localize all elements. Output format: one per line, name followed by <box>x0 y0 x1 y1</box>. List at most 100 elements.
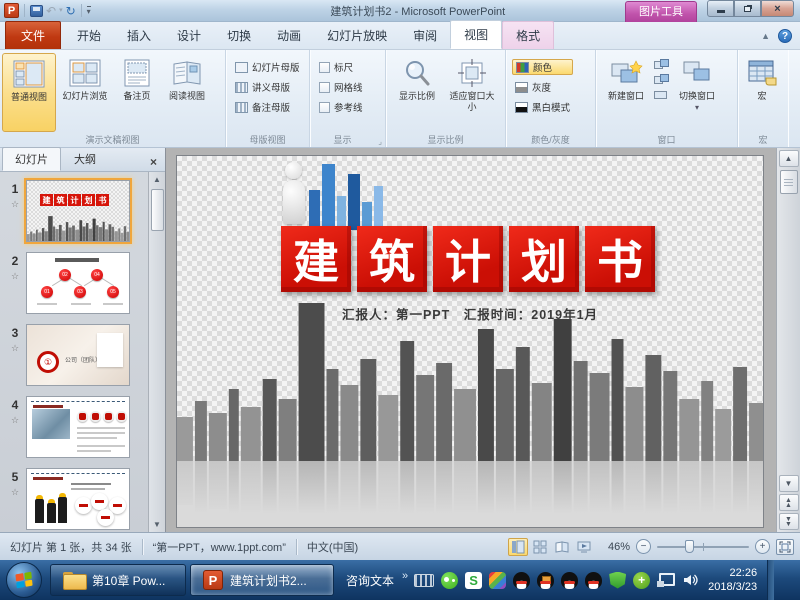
scrollbar-thumb[interactable] <box>151 189 164 231</box>
qq-music-tray-icon[interactable] <box>537 572 554 589</box>
close-button[interactable]: × <box>761 0 794 17</box>
tab-home[interactable]: 开始 <box>64 22 114 49</box>
input-method-tray-icon[interactable] <box>489 572 506 589</box>
slide-sorter-shortcut[interactable] <box>530 538 550 556</box>
next-slide-button[interactable]: ▼▼ <box>779 513 799 530</box>
scroll-down-icon[interactable]: ▼ <box>150 517 165 532</box>
powerpoint-app-icon[interactable]: P <box>4 3 19 18</box>
guides-checkbox[interactable]: 参考线 <box>316 99 366 115</box>
window-title: 建筑计划书2 - Microsoft PowerPoint <box>91 3 625 19</box>
switch-window-button[interactable]: 切换窗口 ▾ <box>669 53 725 132</box>
gridlines-checkbox[interactable]: 网格线 <box>316 79 366 95</box>
scroll-down-icon[interactable]: ▼ <box>779 475 799 492</box>
taskbar: 第10章 Pow... P 建筑计划书2... 咨询文本 » S 22:26 2… <box>0 560 800 600</box>
new-window-button[interactable]: 新建窗口 <box>598 53 654 132</box>
qq-tray-icon[interactable] <box>513 572 530 589</box>
handout-master-button[interactable]: 讲义母版 <box>232 79 303 95</box>
toolbar-chevron-icon[interactable]: » <box>402 570 408 582</box>
reading-view-button[interactable]: 阅读视图 <box>160 53 214 132</box>
slide-thumbnail-2[interactable]: 2 ☆ 02 04 01 03 05 <box>4 252 146 314</box>
slide-thumbnail-4[interactable]: 4 ☆ <box>4 396 146 458</box>
slide-thumbnail-3[interactable]: 3 ☆ ① 公司（团队）介绍 <box>4 324 146 386</box>
checkbox-icon <box>319 62 330 73</box>
previous-slide-button[interactable]: ▲▲ <box>779 494 799 511</box>
tab-animations[interactable]: 动画 <box>264 22 314 49</box>
tab-insert[interactable]: 插入 <box>114 22 164 49</box>
taskbar-item-powerpoint[interactable]: P 建筑计划书2... <box>190 564 334 596</box>
tab-file[interactable]: 文件 <box>5 21 61 49</box>
zoom-out-button[interactable]: − <box>636 539 651 554</box>
zoom-button[interactable]: 显示比例 <box>388 53 446 132</box>
save-icon[interactable] <box>30 5 43 17</box>
slideshow-shortcut[interactable] <box>574 538 594 556</box>
start-button[interactable] <box>6 562 42 598</box>
language-indicator[interactable]: 中文(中国) <box>297 539 368 555</box>
black-white-button[interactable]: 黑白模式 <box>512 99 573 115</box>
network-tray-icon[interactable] <box>657 573 675 587</box>
zoom-slider[interactable] <box>657 546 749 548</box>
qq-tray-icon[interactable] <box>585 572 602 589</box>
fit-to-window-button[interactable]: 适应窗口大小 <box>446 53 498 132</box>
slide-master-button[interactable]: 幻灯片母版 <box>232 59 303 75</box>
redo-icon[interactable]: ↻ <box>66 5 76 17</box>
zoom-percentage[interactable]: 46% <box>600 541 630 553</box>
help-icon[interactable]: ? <box>778 29 792 43</box>
slides-panel-scrollbar[interactable]: ▲ ▼ <box>148 172 165 532</box>
zoom-in-button[interactable]: + <box>755 539 770 554</box>
volume-tray-icon[interactable] <box>682 572 698 588</box>
fit-slide-button[interactable] <box>776 539 794 555</box>
restore-button[interactable] <box>734 0 761 17</box>
sogou-tray-icon[interactable]: S <box>465 572 482 589</box>
color-button[interactable]: 颜色 <box>512 59 573 75</box>
slide-thumbnail-1[interactable]: 1 ☆ 建 筑 计 划 书 <box>4 180 146 242</box>
move-split-icon[interactable] <box>654 89 669 101</box>
arrange-all-icon[interactable] <box>654 59 669 71</box>
cascade-icon[interactable] <box>654 74 669 86</box>
normal-view-shortcut[interactable] <box>508 538 528 556</box>
notes-page-button[interactable]: 备注页 <box>114 53 160 132</box>
scrollbar-thumb[interactable] <box>780 170 798 194</box>
tab-format[interactable]: 格式 <box>502 21 554 49</box>
slide-sorter-icon <box>533 540 547 554</box>
tab-slideshow[interactable]: 幻灯片放映 <box>314 22 400 49</box>
slide-number: 4 <box>12 398 19 412</box>
tab-view[interactable]: 视图 <box>450 20 502 49</box>
tab-slides[interactable]: 幻灯片 <box>2 147 61 171</box>
wechat-tray-icon[interactable] <box>441 572 458 589</box>
reading-view-shortcut[interactable] <box>552 538 572 556</box>
slide-canvas[interactable]: 建 筑 计 划 书 汇报人：第一PPT 汇报时间：2019年1月 <box>176 155 764 528</box>
macros-button[interactable]: 宏 <box>740 53 784 132</box>
keyboard-tray-icon[interactable] <box>414 574 434 587</box>
close-pane-icon[interactable]: × <box>144 153 163 171</box>
show-desktop-button[interactable] <box>767 560 774 600</box>
separator <box>81 4 82 17</box>
collapse-ribbon-icon[interactable]: ▲ <box>761 31 770 41</box>
folder-icon <box>63 572 85 588</box>
main-scrollbar[interactable]: ▲ ▼ ▲▲ ▼▼ <box>776 148 800 532</box>
taskbar-toolbar-label[interactable]: 咨询文本 <box>338 572 402 589</box>
scroll-up-icon[interactable]: ▲ <box>150 172 165 187</box>
zoom-slider-thumb[interactable] <box>685 540 694 553</box>
tab-transitions[interactable]: 切换 <box>214 22 264 49</box>
scroll-up-icon[interactable]: ▲ <box>779 150 799 167</box>
dialog-launcher-icon[interactable]: ⌟ <box>378 137 382 146</box>
security-shield-tray-icon[interactable] <box>609 572 626 589</box>
ruler-checkbox[interactable]: 标尺 <box>316 59 366 75</box>
minimize-button[interactable] <box>707 0 734 17</box>
notes-master-button[interactable]: 备注母版 <box>232 99 303 115</box>
tab-outline[interactable]: 大纲 <box>61 147 109 171</box>
taskbar-clock[interactable]: 22:26 2018/3/23 <box>708 566 757 594</box>
slide-sorter-button[interactable]: 幻灯片浏览 <box>56 53 114 132</box>
grayscale-button[interactable]: 灰度 <box>512 79 573 95</box>
undo-dropdown-icon[interactable]: ▾ <box>59 5 63 17</box>
normal-view-button[interactable]: 普通视图 <box>2 53 56 132</box>
tab-review[interactable]: 审阅 <box>400 22 450 49</box>
qq-tray-icon[interactable] <box>561 572 578 589</box>
slide-thumbnail-5[interactable]: 5 ☆ <box>4 468 146 530</box>
tab-design[interactable]: 设计 <box>164 22 214 49</box>
group-label: 演示文稿视图 <box>0 133 225 146</box>
slide-number: 3 <box>12 326 19 340</box>
antivirus-tray-icon[interactable] <box>633 572 650 589</box>
taskbar-item-folder[interactable]: 第10章 Pow... <box>50 564 186 596</box>
undo-icon[interactable]: ↶ <box>46 5 56 17</box>
